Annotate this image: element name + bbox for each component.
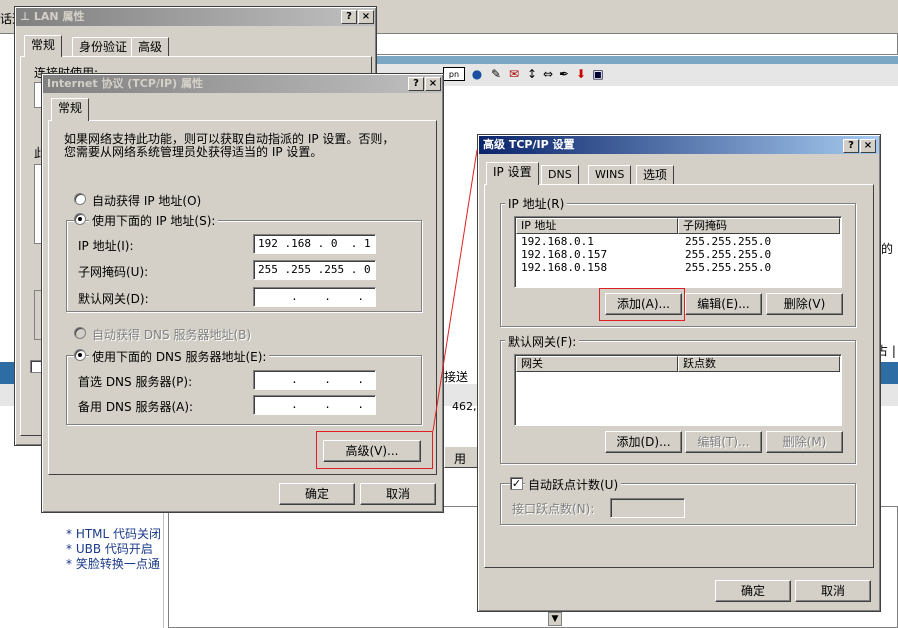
lan-tab-general[interactable]: 常规 (24, 35, 63, 57)
tcpip-tab-general[interactable]: 常规 (51, 98, 90, 121)
tab-ip-settings[interactable]: IP 设置 (486, 162, 539, 185)
connector-line (432, 149, 478, 432)
annotation-connector (432, 149, 478, 432)
